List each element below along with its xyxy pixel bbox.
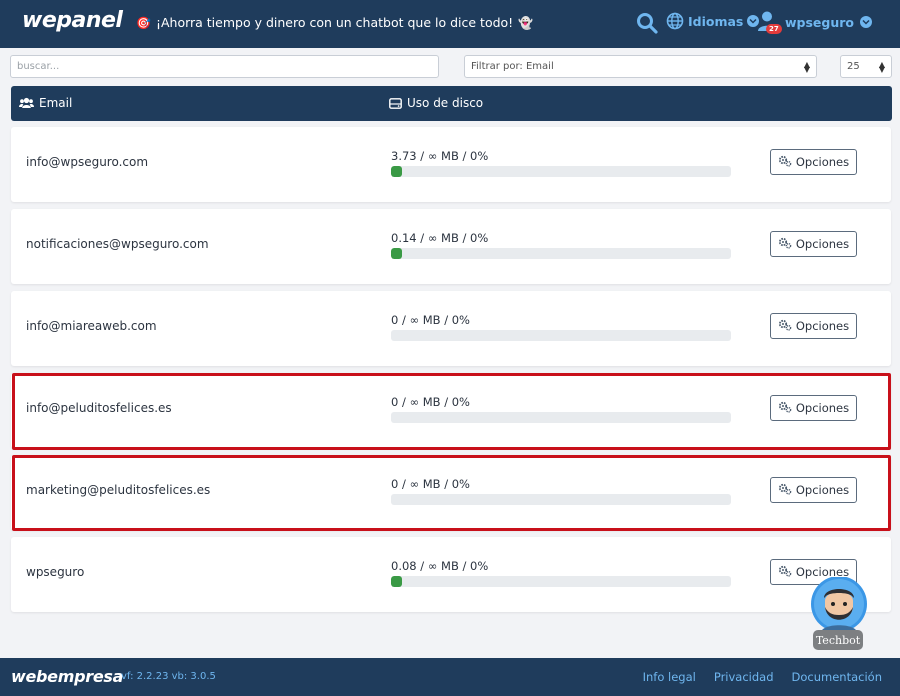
disk-usage-text: 0 / ∞ MB / 0% xyxy=(391,395,470,409)
hdd-icon xyxy=(389,97,402,109)
options-label: Opciones xyxy=(795,483,850,497)
gears-icon xyxy=(778,319,792,334)
footer-links: Info legal Privacidad Documentación xyxy=(643,670,882,684)
table-header: Email Uso de disco xyxy=(11,86,892,121)
email-address: wpseguro xyxy=(26,565,85,579)
select-arrows-icon: ▲ ▼ xyxy=(878,59,885,74)
options-button[interactable]: Opciones xyxy=(770,313,857,339)
disk-usage-text: 0.08 / ∞ MB / 0% xyxy=(391,559,489,573)
disk-usage-bar xyxy=(391,248,731,259)
chevron-down-icon[interactable] xyxy=(860,16,873,28)
target-emoji-icon: 🎯 xyxy=(136,15,151,30)
filter-select[interactable]: Filtrar por: Email ▲ ▼ xyxy=(464,55,817,78)
options-button[interactable]: Opciones xyxy=(770,149,857,175)
version-text: vf: 2.2.23 vb: 3.0.5 xyxy=(121,671,216,682)
notification-badge: 27 xyxy=(766,24,782,34)
options-label: Opciones xyxy=(795,155,850,169)
column-email-label: Email xyxy=(39,96,73,110)
email-address: notificaciones@wpseguro.com xyxy=(26,237,209,251)
column-email[interactable]: Email xyxy=(19,96,72,110)
username-label[interactable]: wpseguro xyxy=(785,15,854,30)
email-address: info@miareaweb.com xyxy=(26,319,157,333)
language-label[interactable]: Idiomas xyxy=(688,14,743,29)
disk-usage-text: 0 / ∞ MB / 0% xyxy=(391,477,470,491)
footer-link-documentacion[interactable]: Documentación xyxy=(792,670,882,684)
table-row: info@miareaweb.com 0 / ∞ MB / 0% Opciones xyxy=(11,291,891,366)
disk-usage-bar xyxy=(391,576,731,587)
table-row: marketing@peluditosfelices.es 0 / ∞ MB / … xyxy=(11,455,891,530)
disk-usage-text: 0.14 / ∞ MB / 0% xyxy=(391,231,489,245)
globe-icon xyxy=(666,12,684,30)
footer-link-info-legal[interactable]: Info legal xyxy=(643,670,696,684)
options-button[interactable]: Opciones xyxy=(770,395,857,421)
filter-select-value: Filtrar por: Email xyxy=(471,61,554,72)
email-address: info@wpseguro.com xyxy=(26,155,149,169)
wepanel-logo[interactable]: wepanel xyxy=(22,8,123,33)
ghost-emoji-icon: 👻 xyxy=(518,15,534,30)
promo-text[interactable]: ¡Ahorra tiempo y dinero con un chatbot q… xyxy=(156,15,513,30)
disk-usage-bar xyxy=(391,166,731,177)
top-navbar: wepanel 🎯 ¡Ahorra tiempo y dinero con un… xyxy=(0,0,900,48)
select-arrows-icon: ▲ ▼ xyxy=(803,59,810,74)
page-size-value: 25 xyxy=(847,61,860,72)
footer: webempresa vf: 2.2.23 vb: 3.0.5 Info leg… xyxy=(0,658,900,696)
table-row: notificaciones@wpseguro.com 0.14 / ∞ MB /… xyxy=(11,209,891,284)
users-icon xyxy=(19,97,34,108)
language-menu[interactable]: Idiomas xyxy=(666,12,760,30)
disk-usage-bar xyxy=(391,412,731,423)
disk-usage-text: 3.73 / ∞ MB / 0% xyxy=(391,149,489,163)
options-label: Opciones xyxy=(795,401,850,415)
email-address: marketing@peluditosfelices.es xyxy=(26,483,211,497)
disk-usage-fill xyxy=(391,248,402,259)
table-row: wpseguro 0.08 / ∞ MB / 0% Opciones xyxy=(11,537,891,612)
search-input[interactable]: buscar... xyxy=(10,55,439,78)
gears-icon xyxy=(778,565,792,580)
options-button[interactable]: Opciones xyxy=(770,477,857,503)
promo-banner[interactable]: 🎯 ¡Ahorra tiempo y dinero con un chatbot… xyxy=(136,15,533,30)
disk-usage-fill xyxy=(391,166,402,177)
gears-icon xyxy=(778,483,792,498)
disk-usage-fill xyxy=(391,576,402,587)
page-size-select[interactable]: 25 ▲ ▼ xyxy=(840,55,892,78)
disk-usage-bar xyxy=(391,494,731,505)
search-icon[interactable] xyxy=(636,12,658,34)
user-menu[interactable]: 27 wpseguro xyxy=(757,10,873,34)
footer-link-privacidad[interactable]: Privacidad xyxy=(714,670,774,684)
column-disk[interactable]: Uso de disco xyxy=(389,96,483,110)
options-label: Opciones xyxy=(795,237,850,251)
gears-icon xyxy=(778,237,792,252)
webempresa-logo[interactable]: webempresa xyxy=(11,667,123,686)
email-address: info@peluditosfelices.es xyxy=(26,401,172,415)
options-label: Opciones xyxy=(795,319,850,333)
filter-bar: buscar... Filtrar por: Email ▲ ▼ 25 ▲ ▼ xyxy=(0,54,900,80)
table-row: info@peluditosfelices.es 0 / ∞ MB / 0% Opc… xyxy=(11,373,891,448)
table-row: info@wpseguro.com 3.73 / ∞ MB / 0% Opcione… xyxy=(11,127,891,202)
gears-icon xyxy=(778,401,792,416)
chatbot-launcher[interactable]: Techbot xyxy=(810,576,868,653)
techbot-avatar-icon xyxy=(811,576,867,632)
disk-usage-text: 0 / ∞ MB / 0% xyxy=(391,313,470,327)
options-button[interactable]: Opciones xyxy=(770,231,857,257)
column-disk-label: Uso de disco xyxy=(407,96,484,110)
gears-icon xyxy=(778,155,792,170)
chatbot-label[interactable]: Techbot xyxy=(813,630,863,650)
disk-usage-bar xyxy=(391,330,731,341)
avatar[interactable]: 27 xyxy=(757,10,782,34)
